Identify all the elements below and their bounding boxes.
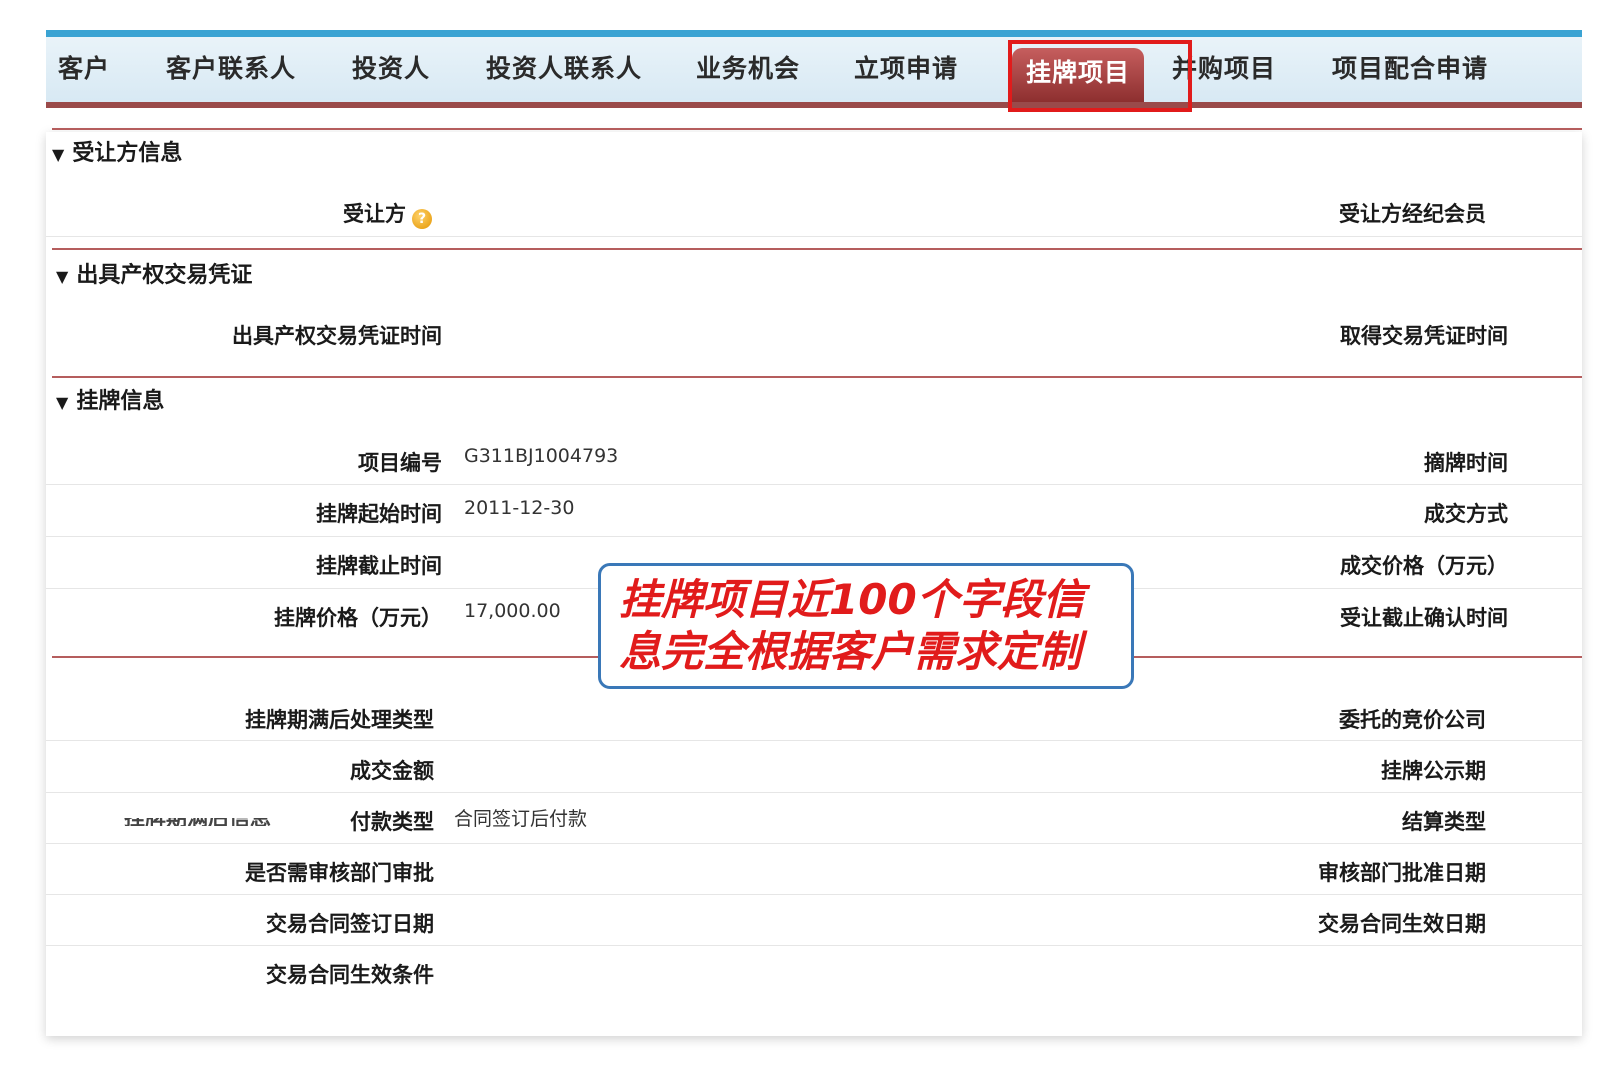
section-divider — [52, 128, 1582, 130]
field-label: 审核部门批准日期 — [1318, 861, 1486, 885]
active-tab-highlight-box — [1008, 40, 1192, 112]
callout-line-2: 息完全根据客户需求定制 — [619, 627, 1082, 676]
field-label: 挂牌期满后处理类型 — [245, 708, 434, 732]
field-value-project-number: G311BJ1004793 — [464, 445, 619, 467]
section-title: 受让方信息 — [72, 141, 183, 166]
row-divider — [46, 236, 1582, 237]
field-label-transferee: 受让方? — [296, 198, 432, 229]
field-label: 付款类型 — [350, 810, 434, 834]
row-divider — [46, 945, 1582, 946]
section-header-transferee[interactable]: ▼ 受让方信息 — [52, 140, 182, 168]
row-divider — [46, 894, 1582, 895]
row-divider — [46, 740, 1582, 741]
field-value-listing-start: 2011-12-30 — [464, 497, 575, 519]
tab-customer[interactable]: 客户 — [58, 51, 110, 87]
field-label: 结算类型 — [1402, 810, 1486, 834]
annotation-callout: 挂牌项目近100个字段信 息完全根据客户需求定制 — [598, 563, 1134, 689]
field-label-transferee-broker: 受让方经纪会员 — [1339, 202, 1486, 226]
field-value-payment-type: 合同签订后付款 — [454, 808, 588, 830]
callout-line-1: 挂牌项目近100个字段信 — [619, 575, 1085, 624]
field-label: 成交价格（万元） — [1340, 554, 1508, 578]
row-divider — [46, 792, 1582, 793]
field-label: 受让截止确认时间 — [1340, 606, 1508, 630]
field-label: 项目编号 — [358, 451, 442, 475]
collapse-triangle-icon: ▼ — [52, 145, 65, 164]
help-icon[interactable]: ? — [412, 209, 432, 229]
section-divider — [52, 248, 1582, 250]
tab-investor-contact[interactable]: 投资人联系人 — [486, 51, 642, 87]
field-value-listing-price: 17,000.00 — [464, 600, 561, 622]
section-title: 挂牌信息 — [76, 389, 165, 414]
section-divider — [52, 376, 1582, 378]
field-label: 挂牌截止时间 — [316, 554, 442, 578]
field-label: 挂牌公示期 — [1381, 759, 1486, 783]
tab-investor[interactable]: 投资人 — [352, 51, 430, 87]
tab-project-application[interactable]: 立项申请 — [854, 51, 958, 87]
field-label: 挂牌起始时间 — [316, 502, 442, 526]
field-label-cert-obtain-time: 取得交易凭证时间 — [1340, 324, 1508, 348]
section-header-listing[interactable]: ▼ 挂牌信息 — [56, 388, 164, 416]
field-label: 交易合同生效日期 — [1318, 912, 1486, 936]
collapse-triangle-icon: ▼ — [56, 393, 69, 412]
field-label: 摘牌时间 — [1424, 451, 1508, 475]
field-label: 挂牌价格（万元） — [274, 606, 442, 630]
collapse-triangle-icon: ▼ — [56, 267, 69, 286]
field-label: 是否需审核部门审批 — [245, 861, 434, 885]
callout-text: 挂牌项目近100个字段信 息完全根据客户需求定制 — [619, 574, 1119, 678]
tab-project-cooperation[interactable]: 项目配合申请 — [1332, 51, 1488, 87]
row-divider — [46, 484, 1582, 485]
section-header-certificate[interactable]: ▼ 出具产权交易凭证 — [56, 262, 252, 290]
tab-business-opportunity[interactable]: 业务机会 — [696, 51, 800, 87]
field-label: 成交方式 — [1424, 502, 1508, 526]
section-title: 出具产权交易凭证 — [76, 263, 253, 288]
field-label: 交易合同生效条件 — [266, 963, 434, 987]
tab-bar-underline — [46, 102, 1582, 108]
row-divider — [46, 843, 1582, 844]
row-divider — [46, 536, 1582, 537]
field-label-cert-issue-time: 出具产权交易凭证时间 — [232, 324, 442, 348]
field-label: 成交金额 — [350, 759, 434, 783]
field-label: 委托的竞价公司 — [1339, 708, 1486, 732]
tab-bar: 客户 客户联系人 投资人 投资人联系人 业务机会 立项申请 挂牌项目 并购项目 … — [46, 30, 1582, 108]
field-label: 交易合同签订日期 — [266, 912, 434, 936]
tab-customer-contact[interactable]: 客户联系人 — [166, 51, 296, 87]
